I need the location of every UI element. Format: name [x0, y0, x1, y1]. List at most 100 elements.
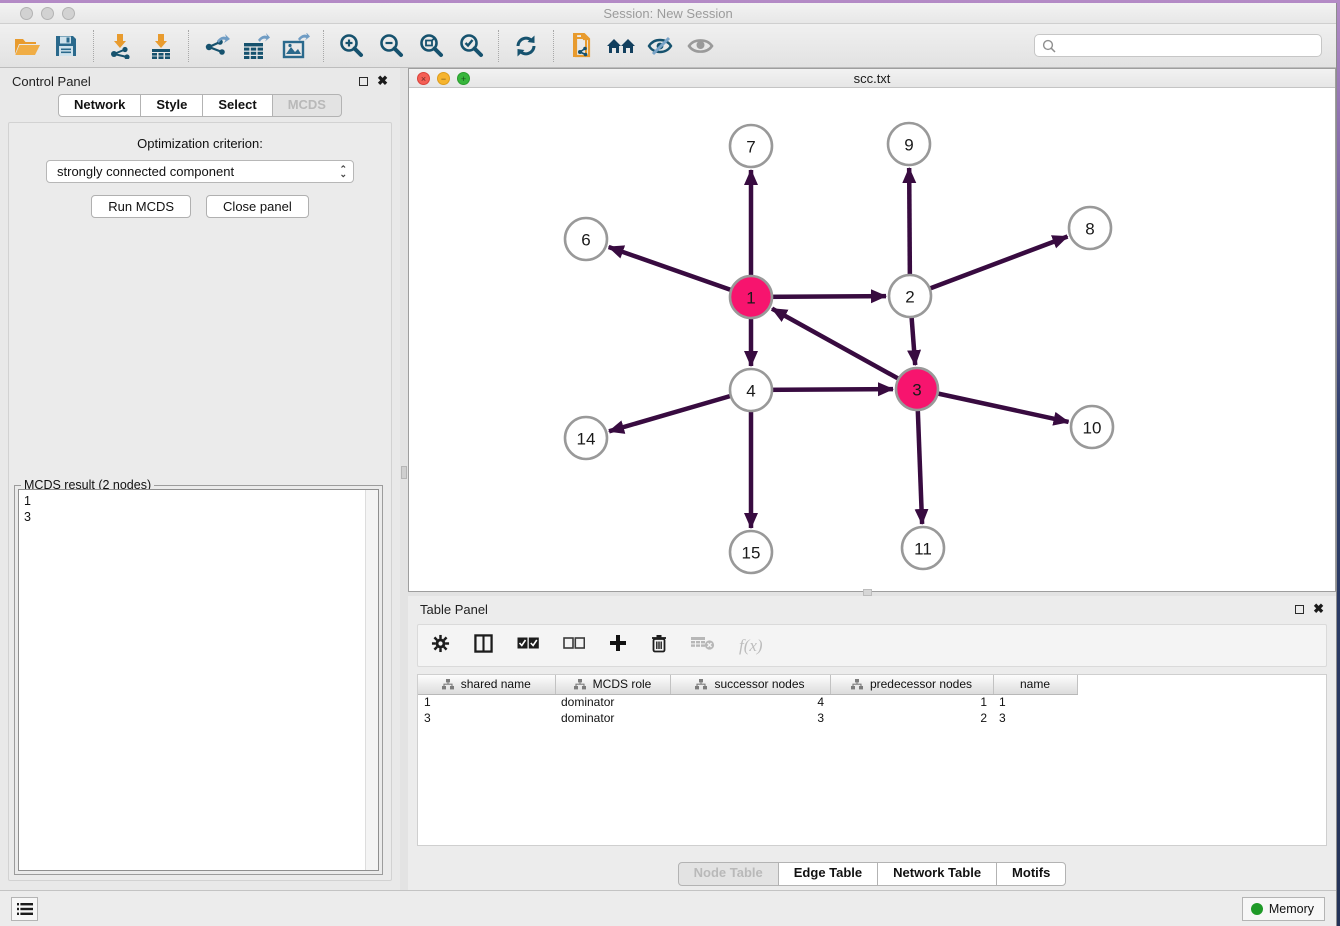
create-column-button[interactable] [609, 634, 627, 657]
close-table-panel-icon[interactable]: ✖ [1313, 604, 1324, 614]
graph-node-9[interactable]: 9 [888, 123, 930, 165]
graph-node-7[interactable]: 7 [730, 125, 772, 167]
network-close-button[interactable]: × [417, 72, 430, 85]
first-neighbors-button[interactable] [601, 27, 641, 65]
graph-node-15[interactable]: 15 [730, 531, 772, 573]
svg-text:14: 14 [577, 430, 596, 449]
horizontal-splitter-handle[interactable] [863, 589, 872, 596]
trash-icon [651, 634, 667, 653]
deselect-all-columns-button[interactable] [563, 637, 585, 655]
show-all-button[interactable] [681, 27, 721, 65]
edge-3-1[interactable] [772, 309, 917, 389]
export-network-button[interactable] [196, 27, 236, 65]
eye-icon [687, 34, 715, 58]
table-settings-button[interactable] [431, 634, 450, 658]
graph-node-2[interactable]: 2 [889, 275, 931, 317]
select-all-columns-button[interactable] [517, 637, 539, 655]
edge-3-10[interactable] [917, 389, 1069, 422]
graph-node-3[interactable]: 3 [896, 368, 938, 410]
vertical-splitter[interactable] [400, 68, 408, 890]
zoom-out-button[interactable] [371, 27, 411, 65]
hide-selected-button[interactable] [641, 27, 681, 65]
open-session-button[interactable] [6, 27, 46, 65]
network-graph[interactable]: 7 9 6 8 1 2 4 3 14 10 15 11 [409, 88, 1335, 591]
float-table-panel-icon[interactable] [1295, 605, 1304, 614]
table-panel: Table Panel ✖ [408, 596, 1336, 890]
network-canvas[interactable]: 7 9 6 8 1 2 4 3 14 10 15 11 [409, 88, 1335, 591]
export-table-button[interactable] [236, 27, 276, 65]
save-session-button[interactable] [46, 27, 86, 65]
svg-text:7: 7 [746, 138, 755, 157]
tab-network-table[interactable]: Network Table [877, 862, 997, 886]
delete-column-button[interactable] [651, 634, 667, 658]
edge-1-6[interactable] [609, 247, 751, 297]
tab-style[interactable]: Style [140, 94, 203, 117]
import-network-button[interactable] [101, 27, 141, 65]
result-scrollbar[interactable] [365, 490, 378, 870]
delete-table-button[interactable] [691, 636, 715, 656]
optimization-criterion-select[interactable]: strongly connected component ⌃⌄ [46, 160, 354, 183]
network-view-window: × − + scc.txt 7 9 6 8 1 2 4 3 14 10 15 11 [408, 68, 1336, 592]
close-panel-icon[interactable]: ✖ [377, 76, 388, 86]
network-window-titlebar: × − + scc.txt [409, 69, 1335, 88]
duplicate-network-button[interactable] [561, 27, 601, 65]
run-mcds-button[interactable]: Run MCDS [91, 195, 191, 218]
tab-network[interactable]: Network [58, 94, 141, 117]
table-row[interactable]: 1dominator411 [418, 694, 1326, 710]
table-cell: 3 [670, 710, 830, 726]
tab-node-table[interactable]: Node Table [678, 862, 779, 886]
graph-node-8[interactable]: 8 [1069, 207, 1111, 249]
tab-edge-table[interactable]: Edge Table [778, 862, 878, 886]
column-header-predecessor-nodes[interactable]: predecessor nodes [830, 675, 993, 694]
network-window-title: scc.txt [409, 71, 1335, 86]
delete-table-icon [691, 636, 715, 651]
zoom-fit-button[interactable] [411, 27, 451, 65]
network-zoom-button[interactable]: + [457, 72, 470, 85]
zoom-in-button[interactable] [331, 27, 371, 65]
table-cell: 4 [670, 694, 830, 710]
import-network-icon [108, 33, 134, 59]
horizontal-splitter[interactable] [408, 592, 1336, 596]
column-header-successor-nodes[interactable]: successor nodes [670, 675, 830, 694]
svg-text:4: 4 [746, 382, 755, 401]
graph-node-6[interactable]: 6 [565, 218, 607, 260]
memory-button[interactable]: Memory [1242, 897, 1325, 921]
graph-node-14[interactable]: 14 [565, 417, 607, 459]
graph-node-4[interactable]: 4 [730, 369, 772, 411]
column-header-name[interactable]: name [993, 675, 1077, 694]
svg-text:10: 10 [1083, 419, 1102, 438]
tab-select[interactable]: Select [202, 94, 272, 117]
search-input[interactable] [1034, 34, 1322, 57]
table-tabs: Node TableEdge TableNetwork TableMotifs [408, 862, 1336, 886]
edge-2-8[interactable] [910, 236, 1068, 296]
show-column-panel-button[interactable] [474, 634, 493, 658]
tab-motifs[interactable]: Motifs [996, 862, 1066, 886]
vertical-splitter-handle[interactable] [401, 466, 407, 479]
column-header-MCDS-role[interactable]: MCDS role [555, 675, 670, 694]
table-panel-title: Table Panel [420, 602, 488, 617]
import-table-button[interactable] [141, 27, 181, 65]
mcds-result-list[interactable]: 13 [18, 489, 379, 871]
tab-mcds[interactable]: MCDS [272, 94, 342, 117]
table-cell: 1 [993, 694, 1077, 710]
control-panel: Control Panel ✖ NetworkStyleSelectMCDS O… [0, 68, 400, 890]
close-panel-button[interactable]: Close panel [206, 195, 309, 218]
table-row[interactable]: 3dominator323 [418, 710, 1326, 726]
two-columns-icon [474, 634, 493, 653]
column-header-shared-name[interactable]: shared name [418, 675, 555, 694]
node-table[interactable]: shared nameMCDS rolesuccessor nodesprede… [417, 674, 1327, 846]
refresh-layout-button[interactable] [506, 27, 546, 65]
svg-text:2: 2 [905, 288, 914, 307]
mcds-panel: Optimization criterion: strongly connect… [8, 122, 392, 881]
network-minimize-button[interactable]: − [437, 72, 450, 85]
zoom-selected-button[interactable] [451, 27, 491, 65]
graph-node-11[interactable]: 11 [902, 527, 944, 569]
export-table-icon [242, 33, 270, 59]
duplicate-network-icon [568, 33, 594, 59]
float-panel-icon[interactable] [359, 77, 368, 86]
task-history-button[interactable] [11, 897, 38, 921]
graph-node-10[interactable]: 10 [1071, 406, 1113, 448]
graph-node-1[interactable]: 1 [730, 276, 772, 318]
function-builder-button[interactable]: f(x) [739, 636, 763, 656]
export-image-button[interactable] [276, 27, 316, 65]
